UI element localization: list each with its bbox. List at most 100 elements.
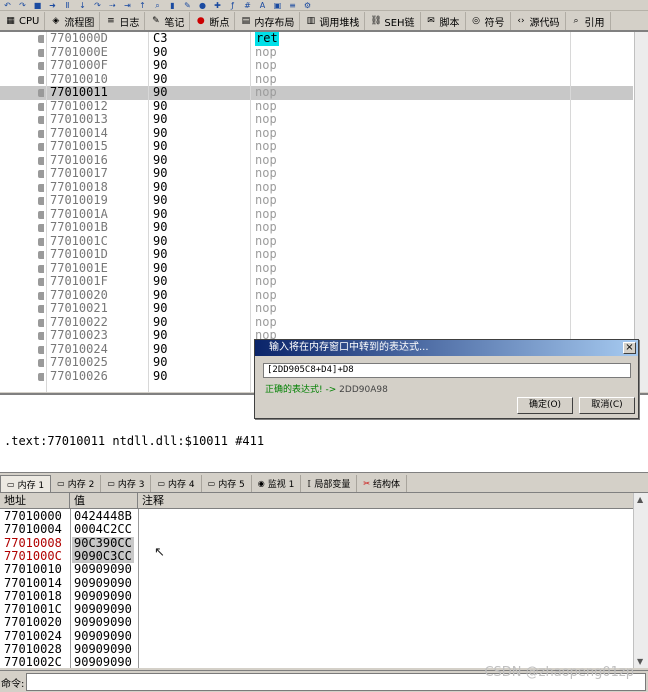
tab-references[interactable]: ⌕ 引用: [566, 12, 611, 30]
disasm-row[interactable]: 7701001D 90 nop: [0, 247, 633, 262]
disasm-row[interactable]: 77010020 90 nop: [0, 288, 633, 303]
breakpoint-marker-icon[interactable]: [38, 197, 44, 205]
breakpoint-marker-icon[interactable]: [38, 116, 44, 124]
function-icon[interactable]: ƒ: [227, 1, 238, 10]
disasm-row[interactable]: 7701001C 90 nop: [0, 234, 633, 249]
breakpoint-marker-icon[interactable]: [38, 372, 44, 381]
breakpoint-marker-icon[interactable]: [38, 183, 44, 192]
disasm-row[interactable]: 77010010 90 nop: [0, 72, 633, 87]
disasm-row[interactable]: 77010021 90 nop: [0, 301, 633, 316]
memory-tab[interactable]: ▭ 内存 3: [101, 475, 152, 492]
breakpoint-marker-icon[interactable]: [38, 291, 44, 300]
breakpoint-marker-icon[interactable]: [38, 264, 44, 273]
tab-breakpoint-dot[interactable]: ● 断点: [190, 12, 236, 30]
tab-log[interactable]: ≡ 日志: [100, 12, 146, 30]
memory-tab[interactable]: ◉ 监视 1: [252, 475, 302, 492]
memory-row[interactable]: 77010010 90909090: [0, 562, 633, 576]
disasm-row[interactable]: 7701001B 90 nop: [0, 220, 633, 235]
hash-icon[interactable]: #: [242, 1, 253, 10]
breakpoint-marker-icon[interactable]: [38, 89, 44, 97]
breakpoint-marker-icon[interactable]: [38, 237, 44, 246]
memory-row[interactable]: 77010028 90909090: [0, 642, 633, 656]
trace-icon[interactable]: ⇢: [107, 1, 118, 10]
disassembly-view[interactable]: 7701002690nop7701002590nop7701002490nop7…: [0, 31, 648, 392]
font-icon[interactable]: A: [257, 1, 268, 10]
breakpoint-marker-icon[interactable]: [38, 318, 44, 327]
memory-row[interactable]: 77010024 90909090: [0, 629, 633, 643]
breakpoint-marker-icon[interactable]: [38, 251, 44, 259]
breakpoint-marker-icon[interactable]: [38, 75, 44, 84]
disasm-row[interactable]: 7701000D C3 ret: [0, 32, 633, 46]
breakpoint-marker-icon[interactable]: [38, 278, 44, 286]
undo-icon[interactable]: ↶: [2, 1, 13, 10]
disasm-row[interactable]: 77010018 90 nop: [0, 180, 633, 195]
disasm-row[interactable]: 77010013 90 nop: [0, 112, 633, 127]
memory-vertical-scrollbar[interactable]: ▲ ▼: [633, 493, 648, 668]
close-icon[interactable]: ×: [623, 342, 636, 354]
disasm-row[interactable]: 7701000E 90 nop: [0, 45, 633, 60]
breakpoint-icon[interactable]: ●: [197, 1, 208, 10]
breakpoint-marker-icon[interactable]: [38, 62, 44, 70]
memory-tab[interactable]: ▭ 内存 4: [151, 475, 202, 492]
breakpoint-marker-icon[interactable]: [38, 345, 44, 354]
tab-source[interactable]: ‹› 源代码: [511, 12, 566, 30]
memory-row[interactable]: 77010020 90909090: [0, 616, 633, 630]
edit-icon[interactable]: ✎: [182, 1, 193, 10]
tab-memory-map[interactable]: ▤ 内存布局: [235, 12, 301, 30]
breakpoint-marker-icon[interactable]: [38, 156, 44, 165]
ok-button[interactable]: 确定(O): [517, 397, 573, 414]
disasm-row[interactable]: 77010011 90 nop: [0, 85, 633, 100]
breakpoint-marker-icon[interactable]: [38, 102, 44, 111]
scroll-down-icon[interactable]: ▼: [637, 657, 643, 666]
memory-row[interactable]: 7701001C 90909090: [0, 602, 633, 616]
disasm-row[interactable]: 77010022 90 nop: [0, 315, 633, 330]
disasm-vertical-scrollbar[interactable]: [634, 32, 648, 392]
memory-row[interactable]: 77010008 90C390CC: [0, 536, 633, 550]
breakpoint-marker-icon[interactable]: [38, 305, 44, 313]
expression-input[interactable]: [2DD905C8+D4]+D8: [263, 363, 631, 378]
disasm-row[interactable]: 77010017 90 nop: [0, 166, 633, 181]
memory-tab[interactable]: ▭ 内存 2: [51, 475, 102, 492]
disasm-row[interactable]: 77010019 90 nop: [0, 193, 633, 208]
step-out-icon[interactable]: ↑: [137, 1, 148, 10]
pause-icon[interactable]: Ⅱ: [62, 1, 73, 10]
breakpoint-marker-icon[interactable]: [38, 332, 44, 340]
save-icon[interactable]: ▣: [272, 1, 283, 10]
disasm-row[interactable]: 7701001F 90 nop: [0, 274, 633, 289]
breakpoint-marker-icon[interactable]: [38, 210, 44, 219]
memory-row[interactable]: 77010014 90909090: [0, 576, 633, 590]
execute-till-icon[interactable]: ⇥: [122, 1, 133, 10]
breakpoint-marker-icon[interactable]: [38, 129, 44, 138]
memory-row[interactable]: 77010018 90909090: [0, 589, 633, 603]
tab-graph[interactable]: ◈ 流程图: [45, 12, 101, 30]
redo-icon[interactable]: ↷: [17, 1, 28, 10]
breakpoint-marker-icon[interactable]: [38, 359, 44, 367]
breakpoint-marker-icon[interactable]: [38, 35, 44, 43]
memory-dump[interactable]: 地址 值 注释 ▲ ▼ 77010000 0424448B 77010004 0004…: [0, 493, 648, 668]
settings-icon[interactable]: ⚙: [302, 1, 313, 10]
patch-icon[interactable]: ✚: [212, 1, 223, 10]
column-header-address[interactable]: 地址: [0, 493, 70, 509]
cancel-button[interactable]: 取消(C): [579, 397, 635, 414]
memory-row[interactable]: 77010000 0424448B: [0, 509, 633, 523]
disasm-row[interactable]: 7701000F 90 nop: [0, 58, 633, 73]
disasm-row[interactable]: 7701001E 90 nop: [0, 261, 633, 276]
tab-cpu[interactable]: ▦ CPU: [0, 12, 46, 30]
memory-tab[interactable]: ▭ 内存 5: [202, 475, 252, 492]
memory-tab[interactable]: ✂ 结构体: [357, 475, 408, 492]
tab-seh[interactable]: ⛓ SEH链: [365, 12, 421, 30]
memory-row[interactable]: 77010004 0004C2CC: [0, 522, 633, 536]
disasm-row[interactable]: 77010012 90 nop: [0, 99, 633, 114]
breakpoint-marker-icon[interactable]: [38, 224, 44, 232]
tab-notes[interactable]: ✎ 笔记: [145, 12, 191, 30]
column-header-comment[interactable]: 注释: [138, 493, 633, 509]
step-into-icon[interactable]: ↓: [77, 1, 88, 10]
bookmark-icon[interactable]: ▮: [167, 1, 178, 10]
memory-tab[interactable]: ▭ 内存 1: [0, 475, 52, 492]
step-over-icon[interactable]: ↷: [92, 1, 103, 10]
disasm-row[interactable]: 7701001A 90 nop: [0, 207, 633, 222]
tab-call-stack[interactable]: ▥ 调用堆栈: [300, 12, 366, 30]
disasm-row[interactable]: 77010014 90 nop: [0, 126, 633, 141]
search-icon[interactable]: ⌕: [152, 1, 163, 10]
stop-icon[interactable]: ■: [32, 1, 43, 10]
